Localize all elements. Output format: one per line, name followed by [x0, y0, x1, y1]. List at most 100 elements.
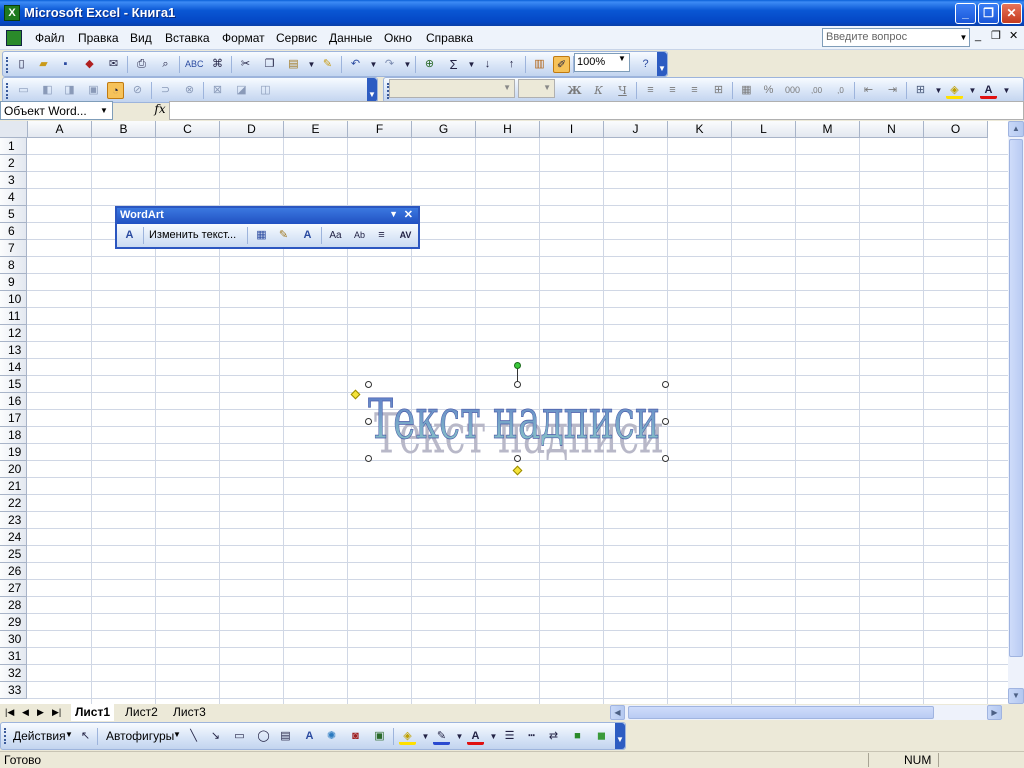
column-header-n[interactable]: N — [860, 121, 924, 138]
menu-insert[interactable]: Вставка — [165, 31, 210, 45]
vertical-scroll-thumb[interactable] — [1009, 139, 1023, 657]
same-letter-heights-icon[interactable]: Aa — [327, 227, 344, 244]
row-header-4[interactable]: 4 — [0, 189, 27, 206]
toolbar-options-icon[interactable]: ▼ — [657, 52, 667, 76]
row-header-9[interactable]: 9 — [0, 274, 27, 291]
increase-indent-icon[interactable]: ⇥ — [884, 82, 901, 99]
chart-wizard-icon[interactable]: ▥ — [531, 56, 548, 73]
bold-icon[interactable]: Ж — [566, 82, 583, 99]
edit-text-button[interactable]: Изменить текст... — [149, 229, 236, 241]
chevron-down-icon[interactable]: ▼ — [65, 730, 73, 739]
menu-tools[interactable]: Сервис — [276, 31, 317, 45]
row-header-32[interactable]: 32 — [0, 665, 27, 682]
row-header-7[interactable]: 7 — [0, 240, 27, 257]
end-review-icon[interactable]: ◫ — [257, 82, 274, 99]
sheet-tab-3[interactable]: Лист3 — [169, 704, 210, 721]
rotate-handle[interactable] — [514, 362, 521, 369]
decrease-indent-icon[interactable]: ⇤ — [860, 82, 877, 99]
menu-data[interactable]: Данные — [329, 31, 372, 45]
clip-art-icon[interactable]: ◙ — [347, 728, 364, 745]
font-color-icon[interactable]: A — [467, 728, 484, 745]
autoshapes-menu-button[interactable]: Автофигуры — [106, 729, 174, 743]
character-spacing-icon[interactable]: AV — [397, 227, 414, 244]
text-box-icon[interactable]: ▤ — [277, 728, 294, 745]
autosum-icon[interactable]: Σ — [445, 56, 462, 73]
wordart-toolbar-title[interactable]: WordArt ▼ ✕ — [117, 208, 418, 224]
email-icon[interactable]: ✉ — [105, 56, 122, 73]
merge-center-icon[interactable]: ⊞ — [710, 82, 727, 99]
copy-icon[interactable]: ❐ — [261, 56, 278, 73]
column-header-a[interactable]: A — [28, 121, 92, 138]
row-header-18[interactable]: 18 — [0, 427, 27, 444]
insert-wordart-icon[interactable]: A — [301, 728, 318, 745]
save-icon[interactable]: ▪ — [57, 56, 74, 73]
line-style-icon[interactable]: ☰ — [501, 728, 518, 745]
toolbar-options-icon[interactable]: ▼ — [367, 78, 377, 102]
print-preview-icon[interactable]: ⌕ — [157, 56, 174, 73]
actions-menu-button[interactable]: Действия — [13, 729, 66, 743]
maximize-button[interactable]: ❐ — [978, 3, 999, 24]
row-header-28[interactable]: 28 — [0, 597, 27, 614]
reject-icon[interactable]: ⊗ — [181, 82, 198, 99]
excel-app-icon[interactable]: X — [4, 5, 20, 21]
zoom-dropdown-icon[interactable]: ▼ — [618, 54, 626, 63]
borders-dropdown-icon[interactable]: ▼ — [930, 82, 947, 99]
drawing-toggle-icon[interactable]: ✐ — [553, 56, 570, 73]
resize-handle-r[interactable] — [662, 418, 669, 425]
row-header-5[interactable]: 5 — [0, 206, 27, 223]
arrow-icon[interactable]: ↘ — [207, 728, 224, 745]
column-header-k[interactable]: K — [668, 121, 732, 138]
align-left-icon[interactable]: ≡ — [642, 82, 659, 99]
menu-window[interactable]: Окно — [384, 31, 412, 45]
undo-dropdown-icon[interactable]: ▼ — [365, 56, 382, 73]
column-header-f[interactable]: F — [348, 121, 412, 138]
row-header-25[interactable]: 25 — [0, 546, 27, 563]
diagram-icon[interactable]: ✺ — [323, 728, 340, 745]
column-header-l[interactable]: L — [732, 121, 796, 138]
column-header-h[interactable]: H — [476, 121, 540, 138]
row-header-3[interactable]: 3 — [0, 172, 27, 189]
select-all-corner[interactable] — [0, 121, 28, 138]
new-comment-icon[interactable]: ▭ — [15, 82, 32, 99]
column-header-j[interactable]: J — [604, 121, 668, 138]
row-header-2[interactable]: 2 — [0, 155, 27, 172]
toolbar-grip[interactable] — [4, 728, 7, 744]
sort-ascending-icon[interactable]: ↓ — [479, 56, 496, 73]
menu-help[interactable]: Справка — [426, 31, 473, 45]
reply-icon[interactable]: ◪ — [233, 82, 250, 99]
menu-edit[interactable]: Правка — [78, 31, 119, 45]
paste-icon[interactable]: ▤ — [285, 56, 302, 73]
hyperlink-icon[interactable]: ⊕ — [421, 56, 438, 73]
row-header-23[interactable]: 23 — [0, 512, 27, 529]
oval-icon[interactable]: ◯ — [255, 728, 272, 745]
column-header-b[interactable]: B — [92, 121, 156, 138]
row-header-27[interactable]: 27 — [0, 580, 27, 597]
row-header-24[interactable]: 24 — [0, 529, 27, 546]
chevron-down-icon[interactable]: ▼ — [485, 728, 502, 745]
permission-icon[interactable]: ◆ — [81, 56, 98, 73]
cut-icon[interactable]: ✂ — [237, 56, 254, 73]
print-icon[interactable]: ⎙ — [133, 56, 150, 73]
format-painter-icon[interactable]: ✎ — [319, 56, 336, 73]
arrow-style-icon[interactable]: ⇄ — [545, 728, 562, 745]
help-icon[interactable]: ? — [637, 56, 654, 73]
scroll-down-icon[interactable]: ▼ — [1008, 688, 1024, 704]
font-color-icon[interactable]: A — [980, 82, 997, 99]
ask-question-input[interactable]: Введите вопрос — [822, 28, 970, 47]
scroll-up-icon[interactable]: ▲ — [1008, 121, 1024, 137]
next-comment-icon[interactable]: ◨ — [61, 82, 78, 99]
open-folder-icon[interactable]: ▰ — [35, 56, 52, 73]
3d-style-icon[interactable]: ◼ — [593, 728, 610, 745]
autosum-dropdown-icon[interactable]: ▼ — [463, 56, 480, 73]
column-header-o[interactable]: O — [924, 121, 988, 138]
sheet-tab-1[interactable]: Лист1 — [71, 704, 115, 721]
currency-icon[interactable]: ▦ — [738, 82, 755, 99]
redo-icon[interactable]: ↷ — [381, 56, 398, 73]
row-header-13[interactable]: 13 — [0, 342, 27, 359]
research-icon[interactable]: ⌘ — [209, 56, 226, 73]
alignment-icon[interactable]: ≡ — [373, 227, 390, 244]
row-header-15[interactable]: 15 — [0, 376, 27, 393]
fill-color-icon[interactable]: ◈ — [946, 82, 963, 99]
new-document-icon[interactable]: ▯ — [13, 56, 30, 73]
spelling-icon[interactable]: ABC — [185, 56, 204, 73]
